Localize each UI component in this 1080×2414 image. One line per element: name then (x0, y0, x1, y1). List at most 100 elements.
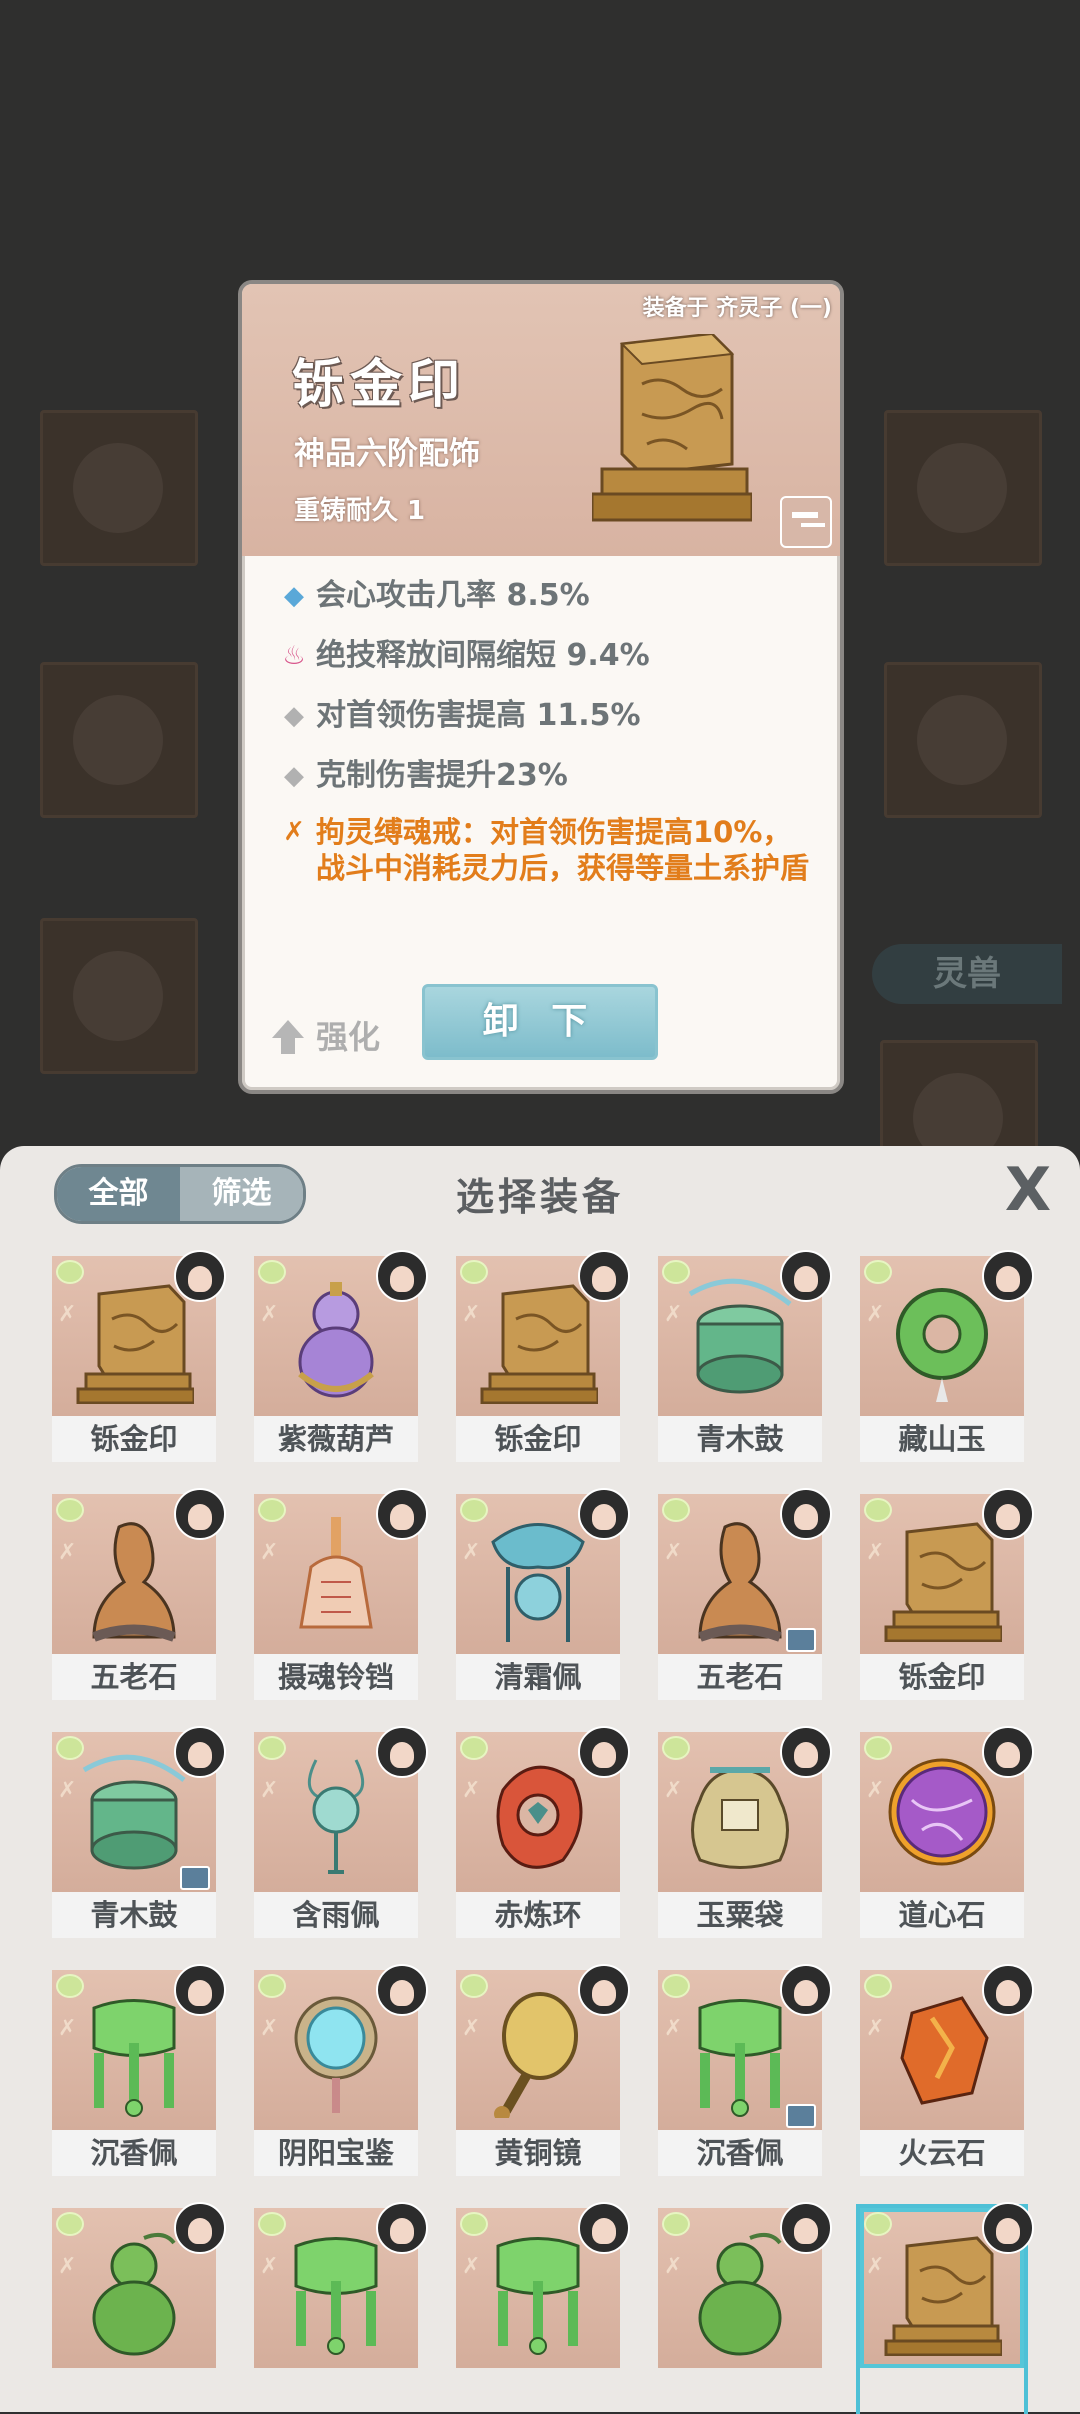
panel-title: 选择装备 (455, 1175, 624, 1219)
item-art-pendant-teal (307, 1759, 365, 1874)
equipment-card[interactable]: ✗ 五老石 (52, 1488, 226, 1700)
rune-icon: ✗ (58, 1302, 77, 1327)
owner-avatar (174, 1964, 226, 2016)
item-art-bell (299, 1517, 373, 1629)
item-name-label: 青木鼓 (658, 1416, 822, 1462)
unequip-button[interactable]: 卸 下 (422, 984, 658, 1060)
item-name-label: 藏山玉 (860, 1416, 1024, 1462)
rune-icon: ✗ (283, 817, 305, 847)
item-art-pendant-green (698, 1999, 782, 2117)
equipment-card[interactable]: ✗ 紫薇葫芦 (254, 1250, 428, 1462)
owner-avatar (174, 1726, 226, 1778)
equipment-card[interactable]: ✗ 火云石 (860, 1964, 1034, 2176)
spirit-element-icon (662, 1974, 690, 1998)
equipment-card[interactable]: ✗ (456, 2202, 630, 2414)
spirit-element-icon (662, 1260, 690, 1284)
diamond-icon: ◆ (284, 581, 304, 611)
spirit-element-icon (258, 1736, 286, 1760)
item-name-label: 赤炼环 (456, 1892, 620, 1938)
rune-icon: ✗ (462, 2254, 481, 2279)
spirit-element-icon (460, 1736, 488, 1760)
equipment-card[interactable]: ✗ 铄金印 (860, 1488, 1034, 1700)
equipment-card[interactable]: ✗ 藏山玉 (860, 1250, 1034, 1462)
rune-icon: ✗ (664, 1302, 683, 1327)
equipment-card[interactable]: ✗ 沉香佩 (658, 1964, 832, 2176)
owner-avatar (982, 1250, 1034, 1302)
owner-avatar (780, 1488, 832, 1540)
item-name-label: 青木鼓 (52, 1892, 216, 1938)
equipment-card[interactable]: ✗ (658, 2202, 832, 2414)
attribute-row: ◆ 会心攻击几率 8.5% (272, 574, 812, 634)
spirit-element-icon (56, 1260, 84, 1284)
item-grade: 神品六阶配饰 (294, 436, 480, 472)
item-art-gourd-green (92, 2232, 176, 2356)
item-name-label: 铄金印 (456, 1416, 620, 1462)
reforge-lock-icon (786, 2104, 816, 2128)
rune-icon: ✗ (462, 1540, 481, 1565)
equipment-card[interactable]: ✗ 黄铜镜 (456, 1964, 630, 2176)
owner-avatar (376, 1250, 428, 1302)
equipment-card[interactable]: ✗ 摄魂铃铛 (254, 1488, 428, 1700)
equipment-card[interactable]: ✗ 铄金印 (456, 1250, 630, 1462)
close-icon[interactable]: X (1004, 1160, 1052, 1220)
spirit-element-icon (662, 1736, 690, 1760)
item-name-label: 清霜佩 (456, 1654, 620, 1700)
reforge-lock-icon (786, 1628, 816, 1652)
reforge-icon[interactable] (780, 496, 832, 548)
attribute-text: 会心攻击几率 8.5% (316, 578, 590, 613)
enhance-button[interactable]: 强化 (272, 1012, 380, 1058)
rune-icon: ✗ (866, 2254, 885, 2279)
rune-icon: ✗ (260, 2016, 279, 2041)
enhance-label: 强化 (316, 1018, 381, 1056)
reforge-lock-icon (180, 1866, 210, 1890)
equipment-card[interactable]: ✗ 五老石 (658, 1488, 832, 1700)
spirit-element-icon (864, 1260, 892, 1284)
spirit-element-icon (258, 2212, 286, 2236)
reforge-durability: 重铸耐久 1 (294, 496, 426, 526)
equipment-card[interactable]: ✗ (254, 2202, 428, 2414)
item-name-label: 阴阳宝鉴 (254, 2130, 418, 2176)
attribute-text: 拘灵缚魂戒：对首领伤害提高10%，战斗中消耗灵力后，获得等量土系护盾 (316, 815, 810, 885)
item-name-label: 火云石 (860, 2130, 1024, 2176)
item-name-label: 沉香佩 (52, 2130, 216, 2176)
item-art-fire-stone (900, 1996, 989, 2105)
item-name-label: 摄魂铃铛 (254, 1654, 418, 1700)
equipped-on-label: 装备于 齐灵子 (一) (642, 296, 832, 321)
equipment-card[interactable]: ✗ 阴阳宝鉴 (254, 1964, 428, 2176)
diamond-icon: ◆ (284, 761, 304, 791)
select-equipment-panel: 全部 筛选 选择装备 X ✗ 铄金印 ✗ 紫薇葫芦 ✗ 铄金印 ✗ 青木鼓 ✗ 藏山玉 ✗ 五老石 ✗ 摄… (0, 1146, 1080, 2414)
rune-icon: ✗ (866, 2016, 885, 2041)
equipment-card[interactable]: ✗ 青木鼓 (52, 1726, 226, 1938)
equipment-card[interactable]: ✗ (52, 2202, 226, 2414)
attribute-text: 对首领伤害提高 11.5% (316, 698, 641, 733)
spirit-element-icon (56, 1498, 84, 1522)
spirit-element-icon (662, 1498, 690, 1522)
item-name-label: 玉粟袋 (658, 1892, 822, 1938)
equipment-card[interactable]: ✗ 赤炼环 (456, 1726, 630, 1938)
attribute-row-special: ✗ 拘灵缚魂戒：对首领伤害提高10%，战斗中消耗灵力后，获得等量土系护盾 (272, 814, 812, 886)
rune-icon: ✗ (58, 2254, 77, 2279)
item-art-pendant-green (496, 2237, 580, 2355)
attribute-text: 克制伤害提升23% (316, 758, 568, 793)
item-art-drum (688, 1278, 792, 1394)
rune-icon: ✗ (58, 1778, 77, 1803)
rune-icon: ✗ (664, 2254, 683, 2279)
equipment-card[interactable]: ✗ 青木鼓 (658, 1250, 832, 1462)
equipment-card[interactable]: ✗ 沉香佩 (52, 1964, 226, 2176)
spirit-element-icon (56, 1736, 84, 1760)
item-art-seal (480, 1284, 598, 1404)
panel-header: 全部 筛选 选择装备 X (0, 1146, 1080, 1246)
flame-icon: ♨ (282, 641, 306, 671)
equipment-card[interactable]: ✗ 清霜佩 (456, 1488, 630, 1700)
equipment-card[interactable]: ✗ 铄金印 (52, 1250, 226, 1462)
equipment-card[interactable]: ✗ (856, 2202, 1034, 2414)
spirit-element-icon (258, 1974, 286, 1998)
equipment-card[interactable]: ✗ 玉粟袋 (658, 1726, 832, 1938)
item-art-bag (691, 1767, 789, 1869)
spirit-element-icon (864, 2212, 892, 2236)
equipment-card[interactable]: ✗ 含雨佩 (254, 1726, 428, 1938)
spirit-element-icon (56, 1974, 84, 1998)
equipment-card[interactable]: ✗ 道心石 (860, 1726, 1034, 1938)
rune-icon: ✗ (260, 1778, 279, 1803)
detail-header: 装备于 齐灵子 (一) 铄金印 神品六阶配饰 重铸耐久 1 (242, 284, 840, 556)
